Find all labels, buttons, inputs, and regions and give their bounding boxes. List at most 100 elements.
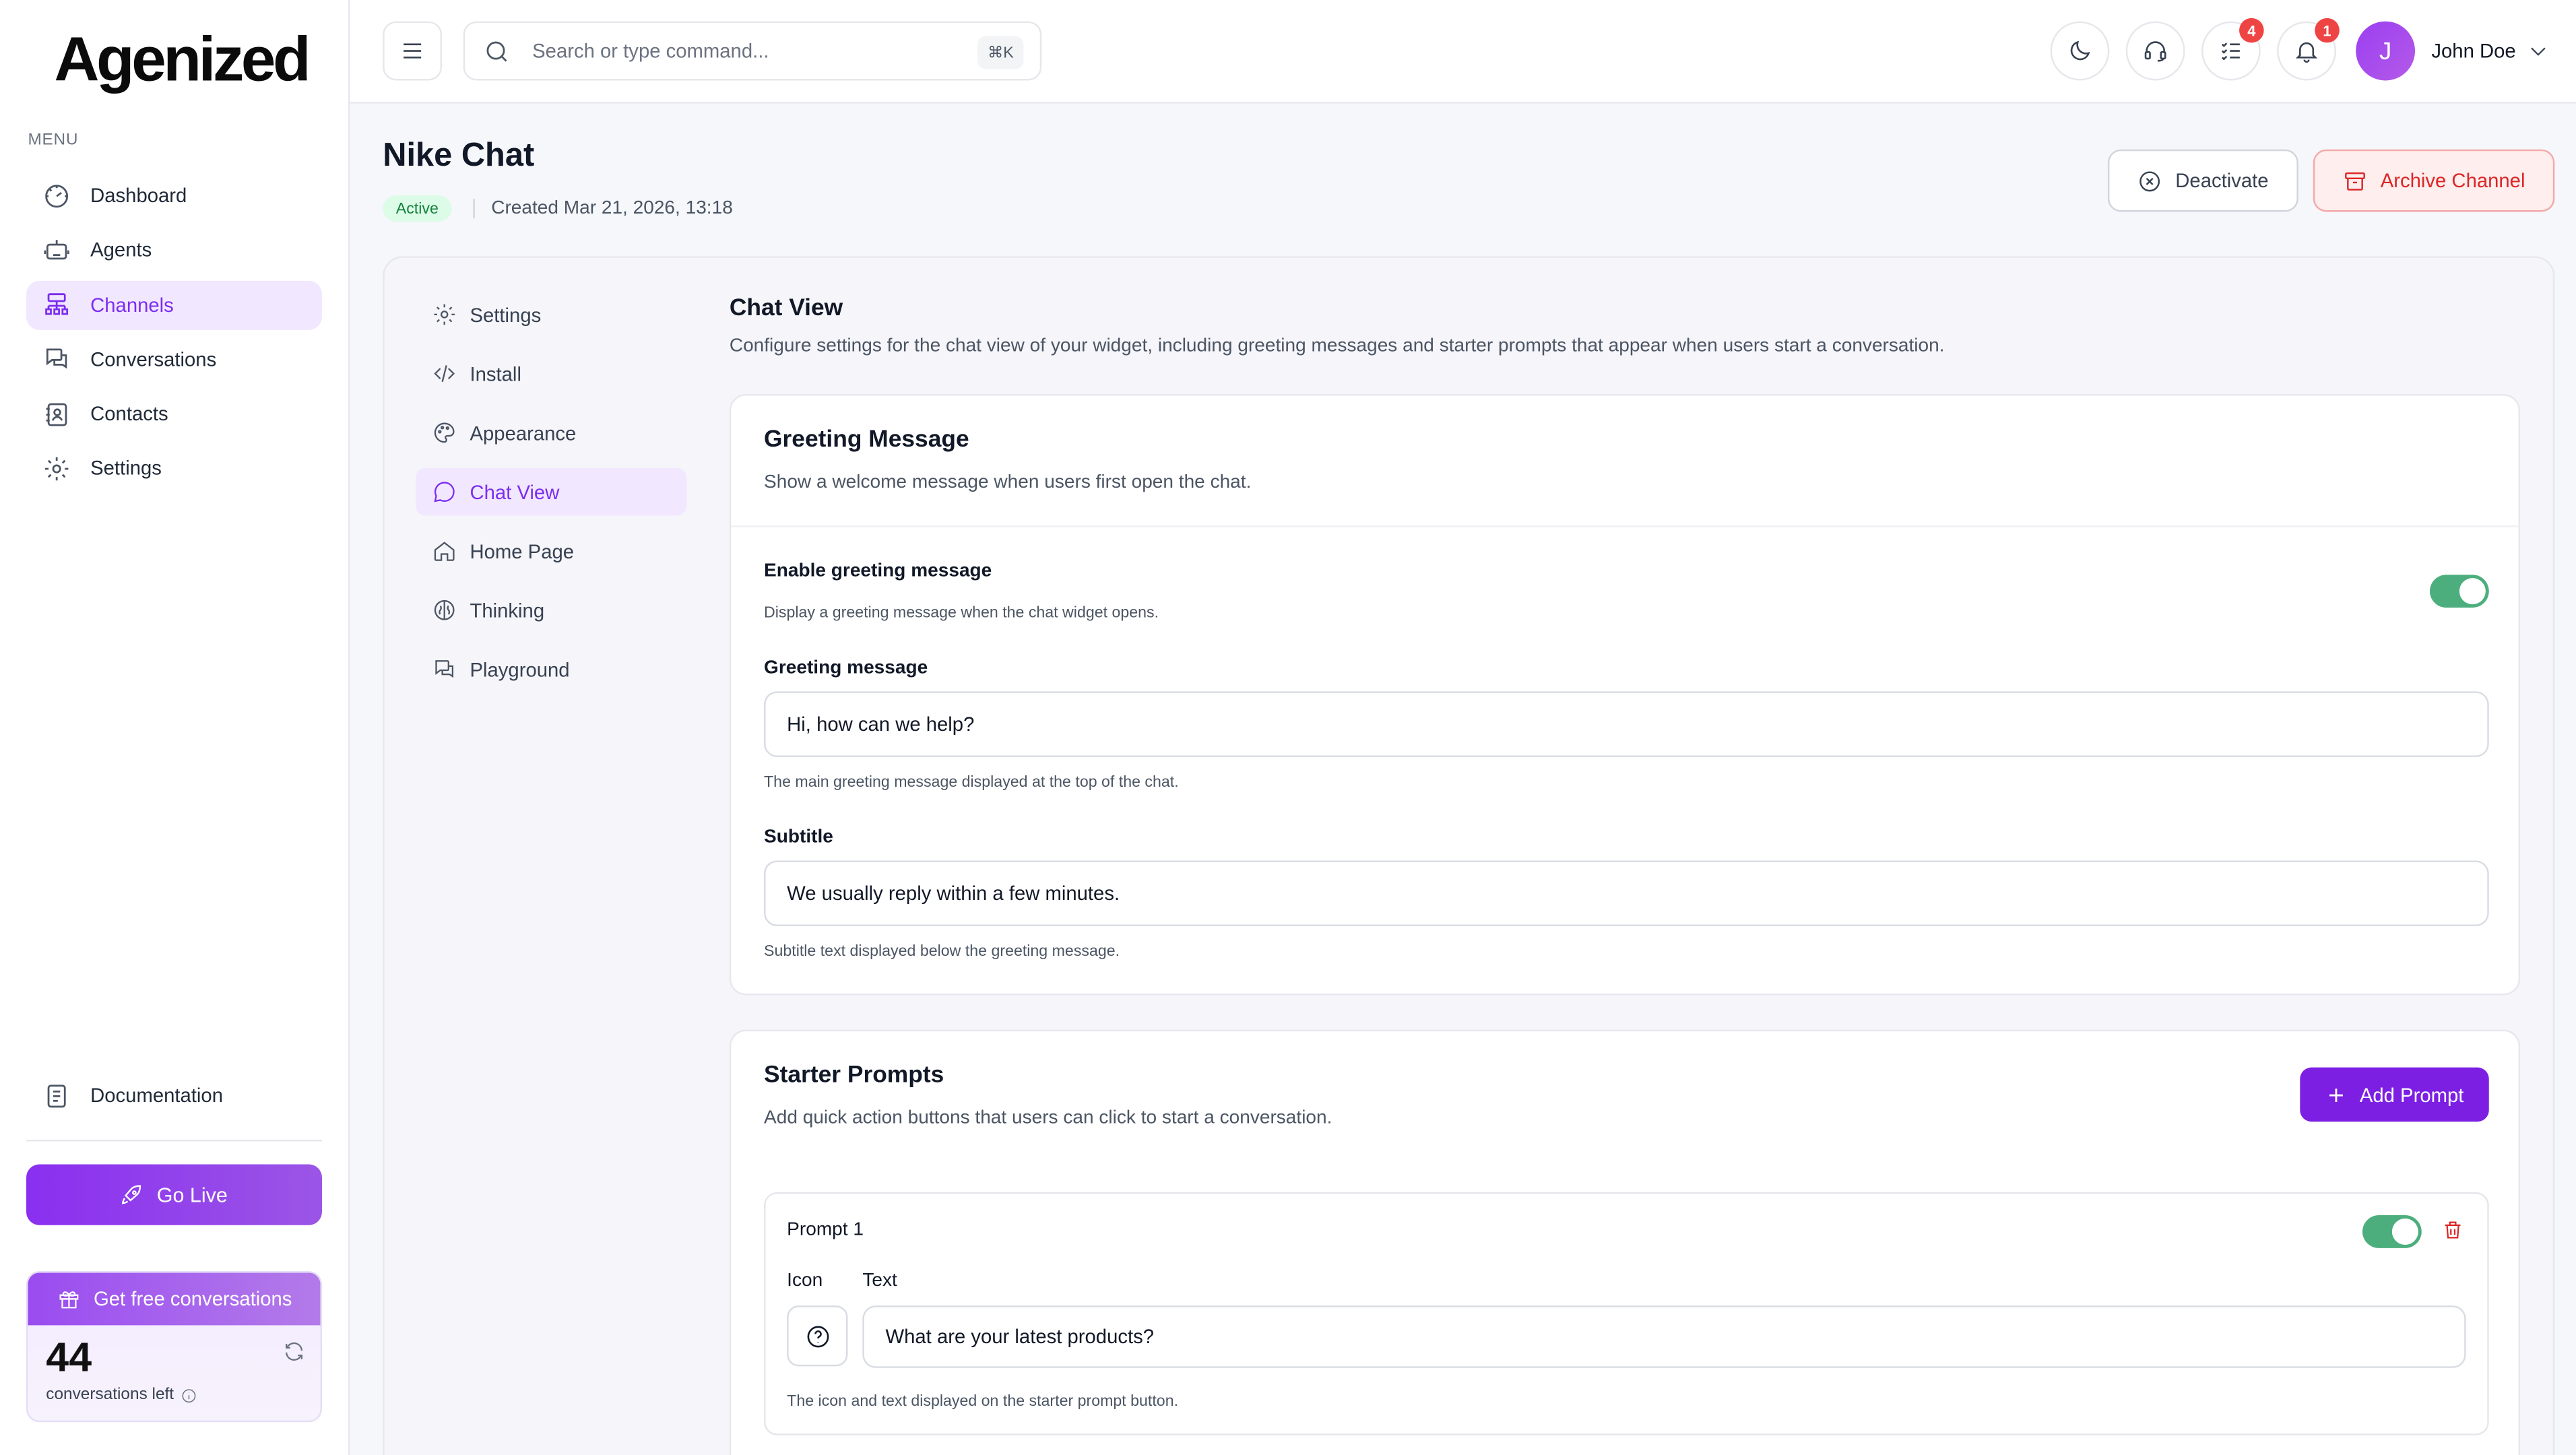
- subnav-label: Playground: [470, 657, 570, 681]
- status-badge: Active: [383, 195, 452, 222]
- chat-bubble-icon: [434, 482, 455, 503]
- chevron-down-icon[interactable]: [2527, 40, 2550, 63]
- greeting-message-hint: The main greeting message displayed at t…: [764, 773, 1179, 792]
- card-divider: [731, 525, 2519, 527]
- archive-channel-button[interactable]: Archive Channel: [2313, 149, 2555, 212]
- logo[interactable]: Agenized: [54, 26, 311, 97]
- trash-icon[interactable]: [2441, 1219, 2464, 1241]
- bell-icon: [2295, 42, 2318, 63]
- notifications-button[interactable]: 1: [2277, 18, 2340, 81]
- gear-icon: [44, 457, 69, 481]
- sidebar-item-label: Channels: [90, 293, 174, 317]
- sidebar-item-settings[interactable]: Settings: [26, 444, 322, 493]
- subnav-label: Install: [470, 362, 521, 385]
- prompt-icon-picker[interactable]: [787, 1305, 848, 1367]
- sidebar-item-label: Settings: [90, 457, 162, 481]
- prompt-enable-toggle[interactable]: [2362, 1215, 2422, 1248]
- sidebar-item-agents[interactable]: Agents: [26, 226, 322, 275]
- support-button[interactable]: [2125, 21, 2185, 81]
- get-free-conversations-button[interactable]: Get free conversations: [28, 1272, 321, 1326]
- menu-toggle-button[interactable]: [383, 21, 443, 81]
- channels-icon: [45, 293, 69, 315]
- prompt-text-input[interactable]: What are your latest products?: [862, 1305, 2466, 1368]
- refresh-icon[interactable]: [282, 1340, 305, 1363]
- prompt-hint: The icon and text displayed on the start…: [787, 1392, 1179, 1411]
- subnav-item-thinking[interactable]: Thinking: [416, 586, 686, 634]
- document-icon: [47, 1084, 66, 1107]
- search-icon: [486, 40, 507, 61]
- code-icon: [434, 365, 455, 383]
- info-icon[interactable]: [181, 1387, 197, 1403]
- sidebar-item-conversations[interactable]: Conversations: [26, 335, 322, 384]
- subnav-item-playground[interactable]: Playground: [416, 645, 686, 693]
- subtitle-label: Subtitle: [764, 827, 833, 847]
- starter-prompts-title: Starter Prompts: [764, 1062, 944, 1089]
- greeting-message-card: Greeting Message Show a welcome message …: [729, 394, 2521, 996]
- sidebar-item-label: Contacts: [90, 402, 168, 426]
- gift-icon: [59, 1291, 79, 1309]
- robot-icon: [44, 239, 69, 259]
- conversations-icon: [46, 349, 67, 370]
- tasks-button[interactable]: 4: [2201, 18, 2264, 81]
- prompt-item: Prompt 1 Icon Text What are your latest …: [764, 1192, 2489, 1435]
- subnav-item-install[interactable]: Install: [416, 350, 686, 397]
- sidebar-item-contacts[interactable]: Contacts: [26, 389, 322, 439]
- sidebar: Agenized MENU Dashboard Agents Channels …: [0, 0, 350, 1455]
- add-prompt-label: Add Prompt: [2359, 1082, 2464, 1106]
- sidebar-item-documentation[interactable]: Documentation: [26, 1071, 322, 1120]
- conversations-left-count: 44: [46, 1335, 92, 1382]
- subnav-label: Chat View: [470, 480, 560, 504]
- app: Agenized MENU Dashboard Agents Channels …: [0, 0, 2576, 1455]
- go-live-button[interactable]: Go Live: [26, 1164, 323, 1225]
- channel-subnav: Settings Install Appearance Chat View Ho…: [416, 291, 687, 705]
- starter-prompts-description: Add quick action buttons that users can …: [764, 1108, 1332, 1128]
- conversations-left-caption-wrap: conversations left: [46, 1386, 197, 1404]
- greeting-title: Greeting Message: [764, 426, 969, 453]
- sidebar-item-label: Conversations: [90, 348, 217, 371]
- sidebar-item-label: Dashboard: [90, 184, 187, 207]
- greeting-message-label: Greeting message: [764, 658, 928, 678]
- free-conversations-card: Get free conversations 44 conversations …: [26, 1270, 323, 1423]
- deactivate-button[interactable]: Deactivate: [2107, 149, 2298, 212]
- sidebar-nav: Dashboard Agents Channels Conversations …: [26, 171, 323, 499]
- documentation-link-wrap: Documentation: [26, 1071, 322, 1126]
- enable-greeting-hint: Display a greeting message when the chat…: [764, 604, 1159, 622]
- help-circle-icon: [806, 1325, 829, 1347]
- subtitle-hint: Subtitle text displayed below the greeti…: [764, 942, 1120, 961]
- subnav-item-chat-view[interactable]: Chat View: [416, 467, 687, 516]
- tasks-badge: 4: [2239, 18, 2264, 43]
- hamburger-icon: [404, 43, 422, 59]
- greeting-message-input[interactable]: Hi, how can we help?: [764, 691, 2489, 757]
- add-prompt-button[interactable]: Add Prompt: [2300, 1067, 2489, 1122]
- subnav-label: Thinking: [470, 598, 545, 622]
- created-date: Created Mar 21, 2026, 13:18: [491, 198, 733, 219]
- subnav-label: Home Page: [470, 539, 575, 562]
- subnav-item-appearance[interactable]: Appearance: [416, 409, 686, 457]
- brain-icon: [434, 600, 455, 620]
- prompt-icon-label: Icon: [787, 1270, 823, 1291]
- sidebar-item-channels[interactable]: Channels: [26, 280, 323, 330]
- headset-icon: [2144, 41, 2166, 62]
- page-title: Nike Chat: [383, 137, 535, 174]
- menu-label: MENU: [28, 131, 79, 150]
- subnav-label: Appearance: [470, 421, 577, 445]
- enable-greeting-toggle[interactable]: [2429, 575, 2489, 608]
- search-placeholder: Search or type command...: [532, 39, 769, 63]
- subnav-item-settings[interactable]: Settings: [416, 291, 686, 339]
- search-shortcut: ⌘K: [977, 36, 1024, 69]
- deactivate-label: Deactivate: [2175, 169, 2269, 193]
- moon-icon: [2070, 40, 2090, 61]
- checklist-icon: [2221, 42, 2240, 61]
- search-input[interactable]: Search or type command... ⌘K: [463, 21, 1042, 81]
- subnav-item-home-page[interactable]: Home Page: [416, 527, 686, 575]
- theme-toggle-button[interactable]: [2050, 21, 2110, 81]
- user-name[interactable]: John Doe: [2431, 40, 2515, 63]
- avatar[interactable]: J: [2356, 21, 2416, 81]
- palette-icon: [434, 422, 455, 443]
- contacts-icon: [46, 402, 67, 426]
- notifications-badge: 1: [2315, 18, 2340, 43]
- close-circle-icon: [2139, 170, 2160, 191]
- sidebar-item-label: Agents: [90, 238, 152, 262]
- sidebar-item-dashboard[interactable]: Dashboard: [26, 171, 322, 220]
- subtitle-input[interactable]: We usually reply within a few minutes.: [764, 860, 2489, 926]
